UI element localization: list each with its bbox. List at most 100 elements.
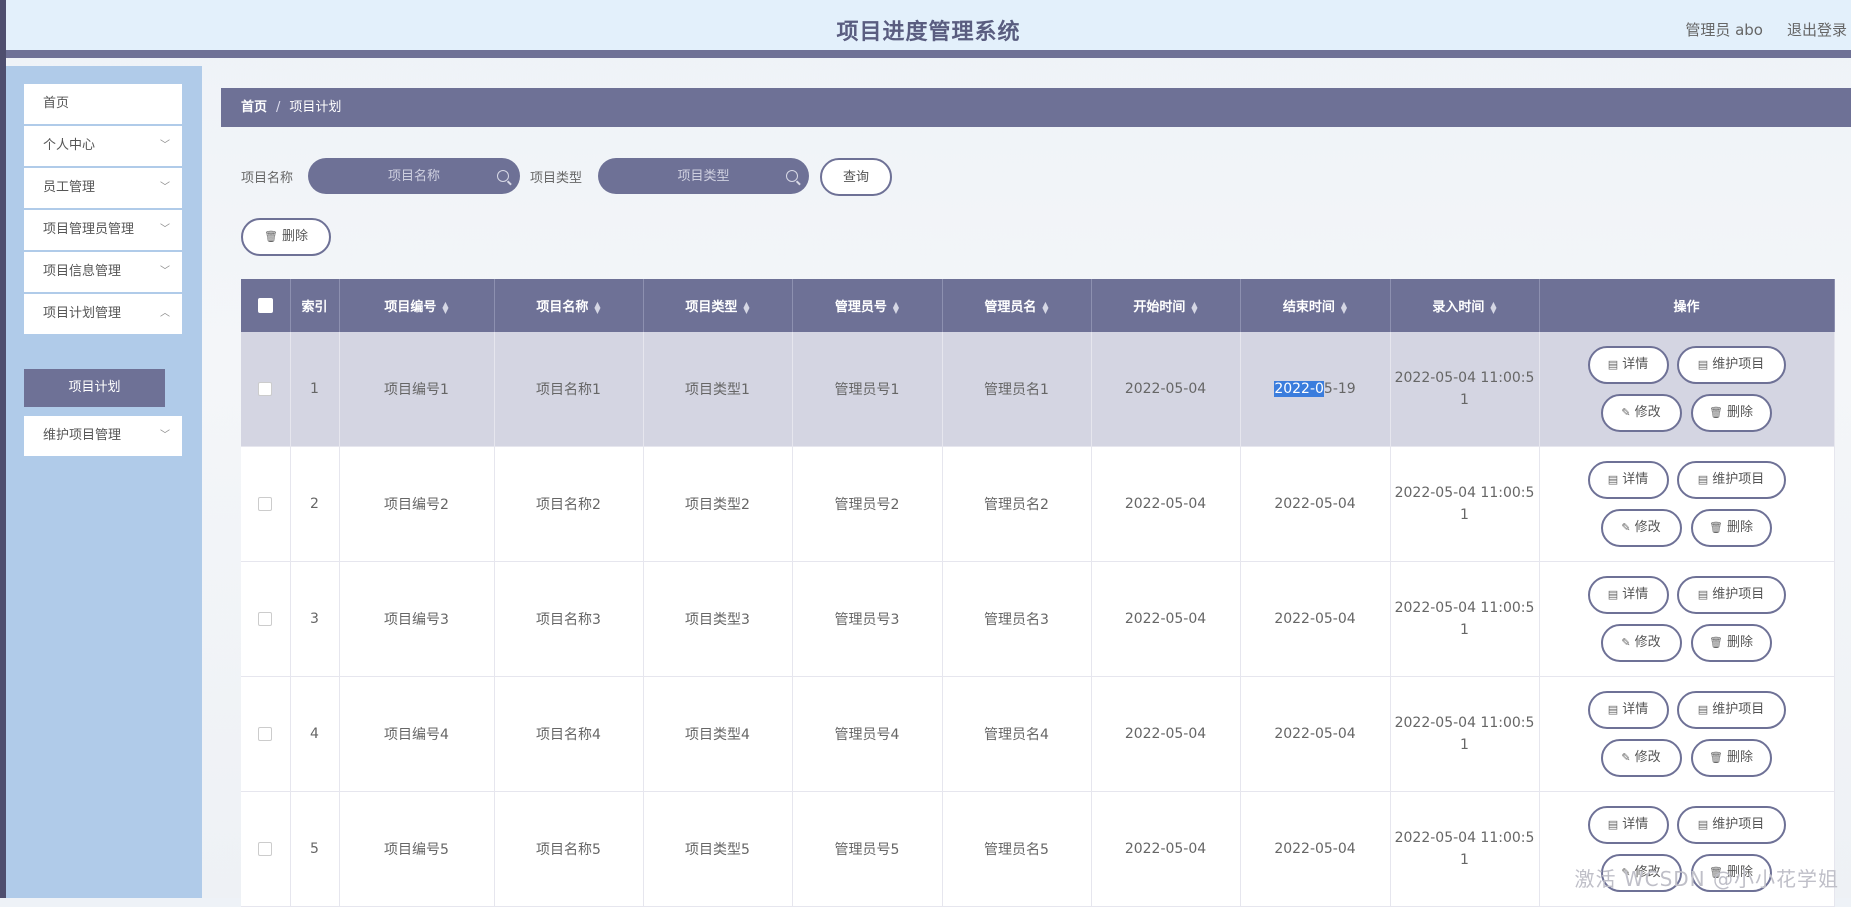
detail-button[interactable]: ▤ 详情 — [1587, 461, 1669, 499]
select-all-checkbox[interactable] — [257, 298, 273, 313]
cell-manager-no: 管理员号1 — [792, 332, 943, 447]
sidebar-item-label: 首页 — [43, 96, 70, 111]
cell-end-time: 2022-05-04 — [1240, 676, 1391, 792]
row-checkbox[interactable] — [258, 612, 273, 626]
table-row[interactable]: 2 项目编号2 项目名称2 项目类型2 管理员号2 管理员名2 2022-05-… — [241, 446, 1835, 562]
chevron-down-icon: ﹀ — [160, 182, 170, 193]
maintain-project-button[interactable]: ▤ 维护项目 — [1676, 806, 1786, 844]
logout-link[interactable]: 退出登录 — [1787, 19, 1847, 40]
sort-icon[interactable]: ▲ ▼ — [893, 300, 899, 314]
cell-index: 5 — [290, 791, 340, 907]
entry-time-line: 2022-05-04 11:00:5 — [1394, 485, 1535, 501]
button-label: 详情 — [1622, 472, 1649, 487]
sidebar-item-project-info[interactable]: 项目信息管理 ﹀ — [24, 252, 182, 292]
row-checkbox[interactable] — [258, 497, 273, 511]
detail-button[interactable]: ▤ 详情 — [1587, 346, 1669, 384]
header-project-type[interactable]: 项目类型 ▲ ▼ — [643, 279, 793, 332]
entry-time-line: 2022-05-04 11:00:5 — [1394, 600, 1535, 616]
pencil-icon: ✎ — [1621, 751, 1631, 764]
header-project-no[interactable]: 项目编号 ▲ ▼ — [339, 279, 495, 332]
cell-project-name: 项目名称2 — [494, 446, 644, 562]
document-icon: ▤ — [1607, 703, 1619, 716]
cell-actions: ▤ 详情 ▤ 维护项目 ✎ 修改 🗑 删除 — [1539, 446, 1835, 562]
maintain-project-button[interactable]: ▤ 维护项目 — [1676, 346, 1786, 384]
detail-button[interactable]: ▤ 详情 — [1587, 576, 1669, 614]
sort-icon[interactable]: ▲ ▼ — [1042, 300, 1048, 314]
edit-button[interactable]: ✎ 修改 — [1600, 394, 1682, 432]
table-row[interactable]: 1 项目编号1 项目名称1 项目类型1 管理员号1 管理员名1 2022-05-… — [241, 332, 1835, 447]
cell-project-type: 项目类型3 — [643, 561, 793, 677]
sort-icon[interactable]: ▲ ▼ — [1341, 300, 1347, 314]
row-select-cell[interactable] — [241, 446, 291, 562]
sort-icon[interactable]: ▲ ▼ — [1191, 300, 1197, 314]
pencil-icon: ✎ — [1621, 521, 1631, 534]
delete-label: 删除 — [281, 229, 308, 244]
header-label: 管理员号 — [834, 300, 887, 315]
cell-index: 2 — [290, 446, 340, 562]
cell-project-name: 项目名称4 — [494, 676, 644, 792]
cell-entry-time: 2022-05-04 11:00:5 1 — [1390, 561, 1540, 677]
sidebar-item-home[interactable]: 首页 — [24, 84, 182, 124]
edit-button[interactable]: ✎ 修改 — [1600, 624, 1682, 662]
sort-icon[interactable]: ▲ ▼ — [442, 300, 448, 314]
header-entry-time[interactable]: 录入时间 ▲ ▼ — [1390, 279, 1540, 332]
sidebar-subitem-project-plan[interactable]: 项目计划 — [24, 369, 165, 407]
sort-icon[interactable]: ▲ ▼ — [743, 300, 749, 314]
header-manager-no[interactable]: 管理员号 ▲ ▼ — [792, 279, 943, 332]
row-select-cell[interactable] — [241, 676, 291, 792]
table-row[interactable]: 3 项目编号3 项目名称3 项目类型3 管理员号3 管理员名3 2022-05-… — [241, 561, 1835, 677]
sidebar-item-project-admins[interactable]: 项目管理员管理 ﹀ — [24, 210, 182, 250]
entry-time-line: 1 — [1460, 392, 1469, 408]
edit-button[interactable]: ✎ 修改 — [1600, 739, 1682, 777]
maintain-project-button[interactable]: ▤ 维护项目 — [1676, 576, 1786, 614]
chevron-down-icon: ﹀ — [160, 140, 170, 151]
button-label: 修改 — [1634, 635, 1661, 650]
delete-button[interactable]: 🗑 删除 — [1690, 739, 1772, 777]
project-type-input[interactable] — [598, 158, 809, 194]
breadcrumb-separator: / — [276, 100, 281, 115]
row-select-cell[interactable] — [241, 791, 291, 907]
header-start-time[interactable]: 开始时间 ▲ ▼ — [1091, 279, 1241, 332]
chevron-down-icon: ﹀ — [160, 430, 170, 441]
cell-project-type: 项目类型4 — [643, 676, 793, 792]
row-select-cell[interactable] — [241, 561, 291, 677]
query-button[interactable]: 查询 — [820, 158, 892, 196]
row-checkbox[interactable] — [258, 727, 273, 741]
edit-button[interactable]: ✎ 修改 — [1600, 509, 1682, 547]
pencil-icon: ✎ — [1621, 636, 1631, 649]
cell-manager-no: 管理员号5 — [792, 791, 943, 907]
row-select-cell[interactable] — [241, 332, 291, 447]
sidebar-item-staff[interactable]: 员工管理 ﹀ — [24, 168, 182, 208]
search-icon — [786, 170, 798, 182]
sidebar-item-label: 项目计划管理 — [43, 306, 122, 321]
batch-delete-button[interactable]: 🗑 删除 — [241, 218, 331, 256]
sidebar-item-profile[interactable]: 个人中心 ﹀ — [24, 126, 182, 166]
cell-index: 1 — [290, 332, 340, 447]
table-row[interactable]: 4 项目编号4 项目名称4 项目类型4 管理员号4 管理员名4 2022-05-… — [241, 676, 1835, 792]
document-icon: ▤ — [1697, 473, 1709, 486]
delete-button[interactable]: 🗑 删除 — [1690, 624, 1772, 662]
detail-button[interactable]: ▤ 详情 — [1587, 806, 1669, 844]
entry-time-line: 1 — [1460, 622, 1469, 638]
maintain-project-button[interactable]: ▤ 维护项目 — [1676, 691, 1786, 729]
header-end-time[interactable]: 结束时间 ▲ ▼ — [1240, 279, 1391, 332]
delete-button[interactable]: 🗑 删除 — [1690, 509, 1772, 547]
sidebar-item-project-plans[interactable]: 项目计划管理 ︿ — [24, 294, 182, 334]
breadcrumb-home[interactable]: 首页 — [241, 100, 267, 115]
delete-button[interactable]: 🗑 删除 — [1690, 394, 1772, 432]
header-project-name[interactable]: 项目名称 ▲ ▼ — [494, 279, 644, 332]
maintain-project-button[interactable]: ▤ 维护项目 — [1676, 461, 1786, 499]
sidebar-item-maintenance[interactable]: 维护项目管理 ﹀ — [24, 416, 182, 456]
select-all-cell[interactable] — [241, 279, 291, 332]
row-checkbox[interactable] — [258, 382, 273, 396]
detail-button[interactable]: ▤ 详情 — [1587, 691, 1669, 729]
row-checkbox[interactable] — [258, 842, 273, 856]
cell-project-name: 项目名称3 — [494, 561, 644, 677]
sort-icon[interactable]: ▲ ▼ — [594, 300, 600, 314]
entry-time-line: 2022-05-04 11:00:5 — [1394, 370, 1535, 386]
header-label: 结束时间 — [1282, 300, 1335, 315]
sidebar-item-label: 员工管理 — [43, 180, 96, 195]
header-manager-name[interactable]: 管理员名 ▲ ▼ — [942, 279, 1092, 332]
project-name-input[interactable] — [308, 158, 520, 194]
sort-icon[interactable]: ▲ ▼ — [1490, 300, 1496, 314]
